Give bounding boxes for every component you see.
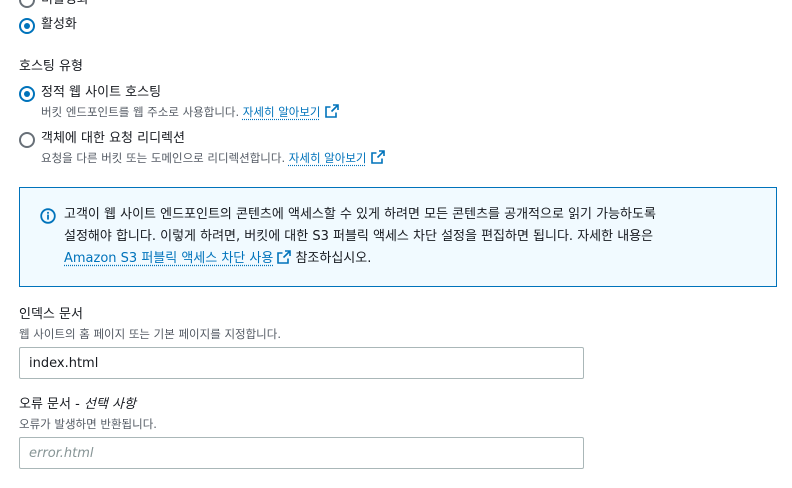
block-public-access-link[interactable]: Amazon S3 퍼블릭 액세스 차단 사용 bbox=[64, 251, 273, 266]
index-document-description: 웹 사이트의 홈 페이지 또는 기본 페이지를 지정합니다. bbox=[19, 327, 282, 341]
index-document-input[interactable] bbox=[19, 347, 584, 379]
info-alert: 고객이 웹 사이트 엔드포인트의 콘텐츠에 액세스할 수 있게 하려면 모든 콘… bbox=[19, 187, 777, 287]
external-link-icon bbox=[370, 150, 385, 168]
error-document-label: 오류 문서 - 선택 사항 bbox=[19, 396, 136, 414]
error-document-label-text: 오류 문서 - bbox=[19, 397, 84, 412]
info-line-1: 고객이 웹 사이트 엔드포인트의 콘텐츠에 액세스할 수 있게 하려면 모든 콘… bbox=[64, 207, 656, 222]
radio-static-hosting-label: 정적 웹 사이트 호스팅 bbox=[41, 85, 162, 100]
radio-static-hosting[interactable] bbox=[19, 86, 35, 102]
external-link-icon bbox=[277, 250, 292, 272]
info-line-3: Amazon S3 퍼블릭 액세스 차단 사용 참조하십시오. bbox=[64, 248, 371, 272]
static-hosting-description: 버킷 엔드포인트를 웹 주소로 사용합니다. 자세히 알아보기 bbox=[41, 104, 339, 122]
radio-disable-label: 비활성화 bbox=[41, 0, 89, 9]
radio-redirect-label: 객체에 대한 요청 리디렉션 bbox=[41, 131, 185, 146]
error-document-input[interactable] bbox=[19, 437, 584, 469]
static-hosting-description-text: 버킷 엔드포인트를 웹 주소로 사용합니다. bbox=[41, 105, 240, 119]
error-document-description: 오류가 발생하면 반환됩니다. bbox=[19, 417, 157, 431]
learn-more-link-static[interactable]: 자세히 알아보기 bbox=[243, 105, 321, 119]
info-line-2: 설정해야 합니다. 이렇게 하려면, 버킷에 대한 S3 퍼블릭 액세스 차단 … bbox=[64, 229, 654, 244]
info-icon bbox=[40, 208, 56, 228]
learn-more-link-redirect[interactable]: 자세히 알아보기 bbox=[289, 151, 367, 165]
radio-redirect[interactable] bbox=[19, 132, 35, 148]
redirect-description-text: 요청을 다른 버킷 또는 도메인으로 리디렉션합니다. bbox=[41, 151, 286, 165]
optional-tag: 선택 사항 bbox=[83, 397, 136, 412]
radio-disable[interactable] bbox=[19, 0, 35, 8]
hosting-type-title: 호스팅 유형 bbox=[19, 59, 83, 74]
redirect-description: 요청을 다른 버킷 또는 도메인으로 리디렉션합니다. 자세히 알아보기 bbox=[41, 150, 385, 168]
external-link-icon bbox=[324, 104, 339, 122]
info-line-3-suffix: 참조하십시오. bbox=[295, 251, 372, 266]
radio-enable-label: 활성화 bbox=[41, 17, 77, 32]
radio-enable[interactable] bbox=[19, 18, 35, 34]
index-document-label: 인덱스 문서 bbox=[19, 307, 83, 322]
